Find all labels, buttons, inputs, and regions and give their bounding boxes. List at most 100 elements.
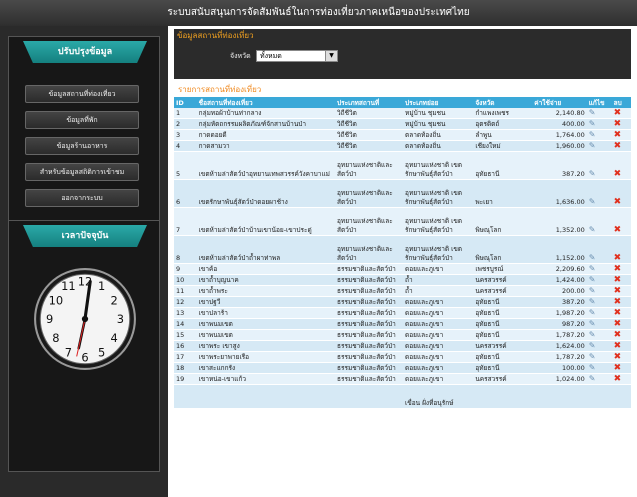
delete-icon[interactable]: ✖ (614, 341, 622, 351)
menu-item-attractions[interactable]: ข้อมูลสถานที่ท่องเที่ยว (25, 85, 139, 103)
cell-type: วิถีชีวิต (335, 108, 404, 119)
edit-icon[interactable]: ✎ (589, 363, 596, 372)
cell-id (174, 384, 197, 409)
edit-icon[interactable]: ✎ (589, 275, 596, 284)
cell-province: นครสวรรค์ (473, 373, 533, 385)
edit-icon[interactable]: ✎ (589, 225, 596, 234)
edit-icon[interactable]: ✎ (589, 169, 596, 178)
table-row: 17 เขาพระยาพายเรือ ธรรมชาติและสัตว์ป่า ดอยแ… (174, 351, 631, 363)
delete-icon[interactable]: ✖ (614, 108, 622, 118)
cell-delete: ✖ (611, 351, 631, 363)
cell-subtype: อุทยานแห่งชาติ เขตรักษาพันธุ์สัตว์ป่า (403, 179, 474, 208)
delete-icon[interactable]: ✖ (614, 330, 622, 340)
cell-name: กลุ่มหัตถกรรมผลิตภัณฑ์จักสานบ้านป่า (196, 118, 336, 130)
chevron-down-icon[interactable]: ▼ (325, 51, 337, 61)
cell-edit: ✎ (586, 235, 612, 264)
table-row: 7 เขตห้ามล่าสัตว์ป่าบ้านเขาน้อย-เขาประดู่… (174, 207, 631, 236)
delete-icon[interactable]: ✖ (614, 286, 622, 296)
edit-icon[interactable]: ✎ (589, 141, 596, 150)
table-row: 6 เขตรักษาพันธุ์สัตว์ป่าดอยผาช้าง อุทยานแห… (174, 179, 631, 208)
edit-icon[interactable]: ✎ (589, 374, 596, 383)
cell-province: พิษณุโลก (473, 235, 533, 264)
cell-type: วิถีชีวิต (335, 140, 404, 152)
cell-edit: ✎ (586, 340, 612, 352)
cell-subtype: ดอยและภูเขา (403, 318, 474, 330)
cell-delete: ✖ (611, 329, 631, 341)
cell-cost: 2,140.80 (532, 108, 587, 119)
cell-cost: 200.00 (532, 285, 587, 297)
menu-item-statistics[interactable]: สำหรับข้อมูลสถิติการเข้าชม (25, 163, 139, 181)
edit-icon[interactable]: ✎ (589, 352, 596, 361)
edit-icon[interactable]: ✎ (589, 253, 596, 262)
cell-id: 13 (174, 307, 197, 319)
cell-edit: ✎ (586, 118, 612, 130)
cell-delete: ✖ (611, 285, 631, 297)
cell-cost: 987.20 (532, 318, 587, 330)
cell-id: 18 (174, 362, 197, 374)
table-row: 9 เขาค้อ ธรรมชาติและสัตว์ป่า ดอยและภูเขา เพช… (174, 263, 631, 275)
province-select[interactable]: ทั้งหมด ▼ (256, 50, 338, 62)
sidebar: ปรับปรุงข้อมูล ข้อมูลสถานที่ท่องเที่ยว ข… (0, 26, 168, 497)
delete-icon[interactable]: ✖ (614, 130, 622, 140)
cell-name: เขาปลาร้า (196, 307, 336, 319)
cell-cost: 1,024.00 (532, 373, 587, 385)
cell-type: วิถีชีวิต (335, 129, 404, 141)
cell-province: อุทัยธานี (473, 296, 533, 308)
delete-icon[interactable]: ✖ (614, 225, 622, 235)
edit-icon[interactable]: ✎ (589, 341, 596, 350)
cell-name: กลุ่มทอผ้าบ้านท่ากลาง (196, 108, 336, 119)
delete-icon[interactable]: ✖ (614, 169, 622, 179)
col-type: ประเภทสถานที่ (335, 97, 404, 108)
cell-name: เขาปฐวี (196, 296, 336, 308)
delete-icon[interactable]: ✖ (614, 363, 622, 373)
cell-subtype: ดอยและภูเขา (403, 340, 474, 352)
delete-icon[interactable]: ✖ (614, 264, 622, 274)
edit-icon[interactable]: ✎ (589, 108, 596, 117)
menu-item-accommodation[interactable]: ข้อมูลที่พัก (25, 111, 139, 129)
cell-name: เขาพนมเขต (196, 318, 336, 330)
cell-province: พะเยา (473, 179, 533, 208)
cell-type: ธรรมชาติและสัตว์ป่า (335, 274, 404, 286)
delete-icon[interactable]: ✖ (614, 308, 622, 318)
cell-province (473, 384, 533, 409)
delete-icon[interactable]: ✖ (614, 319, 622, 329)
attractions-table: ID ชื่อสถานที่ท่องเที่ยว ประเภทสถานที่ ป… (174, 97, 631, 409)
edit-icon[interactable]: ✎ (589, 286, 596, 295)
col-edit: แก้ไข (586, 97, 612, 108)
edit-icon[interactable]: ✎ (589, 130, 596, 139)
cell-subtype: หมู่บ้าน ชุมชน (403, 108, 474, 119)
cell-subtype: ดอยและภูเขา (403, 263, 474, 275)
delete-icon[interactable]: ✖ (614, 352, 622, 362)
edit-icon[interactable]: ✎ (589, 297, 596, 306)
logout-button[interactable]: ออกจากระบบ (25, 189, 139, 207)
cell-type: ธรรมชาติและสัตว์ป่า (335, 318, 404, 330)
filter-row: จังหวัด ทั้งหมด ▼ (174, 43, 631, 79)
cell-edit: ✎ (586, 373, 612, 385)
delete-icon[interactable]: ✖ (614, 119, 622, 129)
delete-icon[interactable]: ✖ (614, 141, 622, 151)
cell-edit: ✎ (586, 296, 612, 308)
edit-icon[interactable]: ✎ (589, 119, 596, 128)
col-id: ID (174, 97, 197, 108)
delete-icon[interactable]: ✖ (614, 253, 622, 263)
cell-type: อุทยานแห่งชาติและสัตว์ป่า (335, 151, 404, 180)
delete-icon[interactable]: ✖ (614, 275, 622, 285)
cell-province: อุทัยธานี (473, 318, 533, 330)
edit-icon[interactable]: ✎ (589, 319, 596, 328)
cell-province: อุทัยธานี (473, 329, 533, 341)
delete-icon[interactable]: ✖ (614, 297, 622, 307)
edit-icon[interactable]: ✎ (589, 330, 596, 339)
cell-cost: 1,624.00 (532, 340, 587, 352)
edit-icon[interactable]: ✎ (589, 264, 596, 273)
cell-province: อุทัยธานี (473, 362, 533, 374)
delete-icon[interactable]: ✖ (614, 374, 622, 384)
delete-icon[interactable]: ✖ (614, 197, 622, 207)
edit-icon[interactable]: ✎ (589, 197, 596, 206)
svg-text:7: 7 (65, 345, 72, 359)
svg-text:8: 8 (52, 331, 59, 345)
cell-cost: 1,764.00 (532, 129, 587, 141)
cell-name: กาดดอยดี (196, 129, 336, 141)
cell-province: เพชรบูรณ์ (473, 263, 533, 275)
edit-icon[interactable]: ✎ (589, 308, 596, 317)
menu-item-restaurants[interactable]: ข้อมูลร้านอาหาร (25, 137, 139, 155)
